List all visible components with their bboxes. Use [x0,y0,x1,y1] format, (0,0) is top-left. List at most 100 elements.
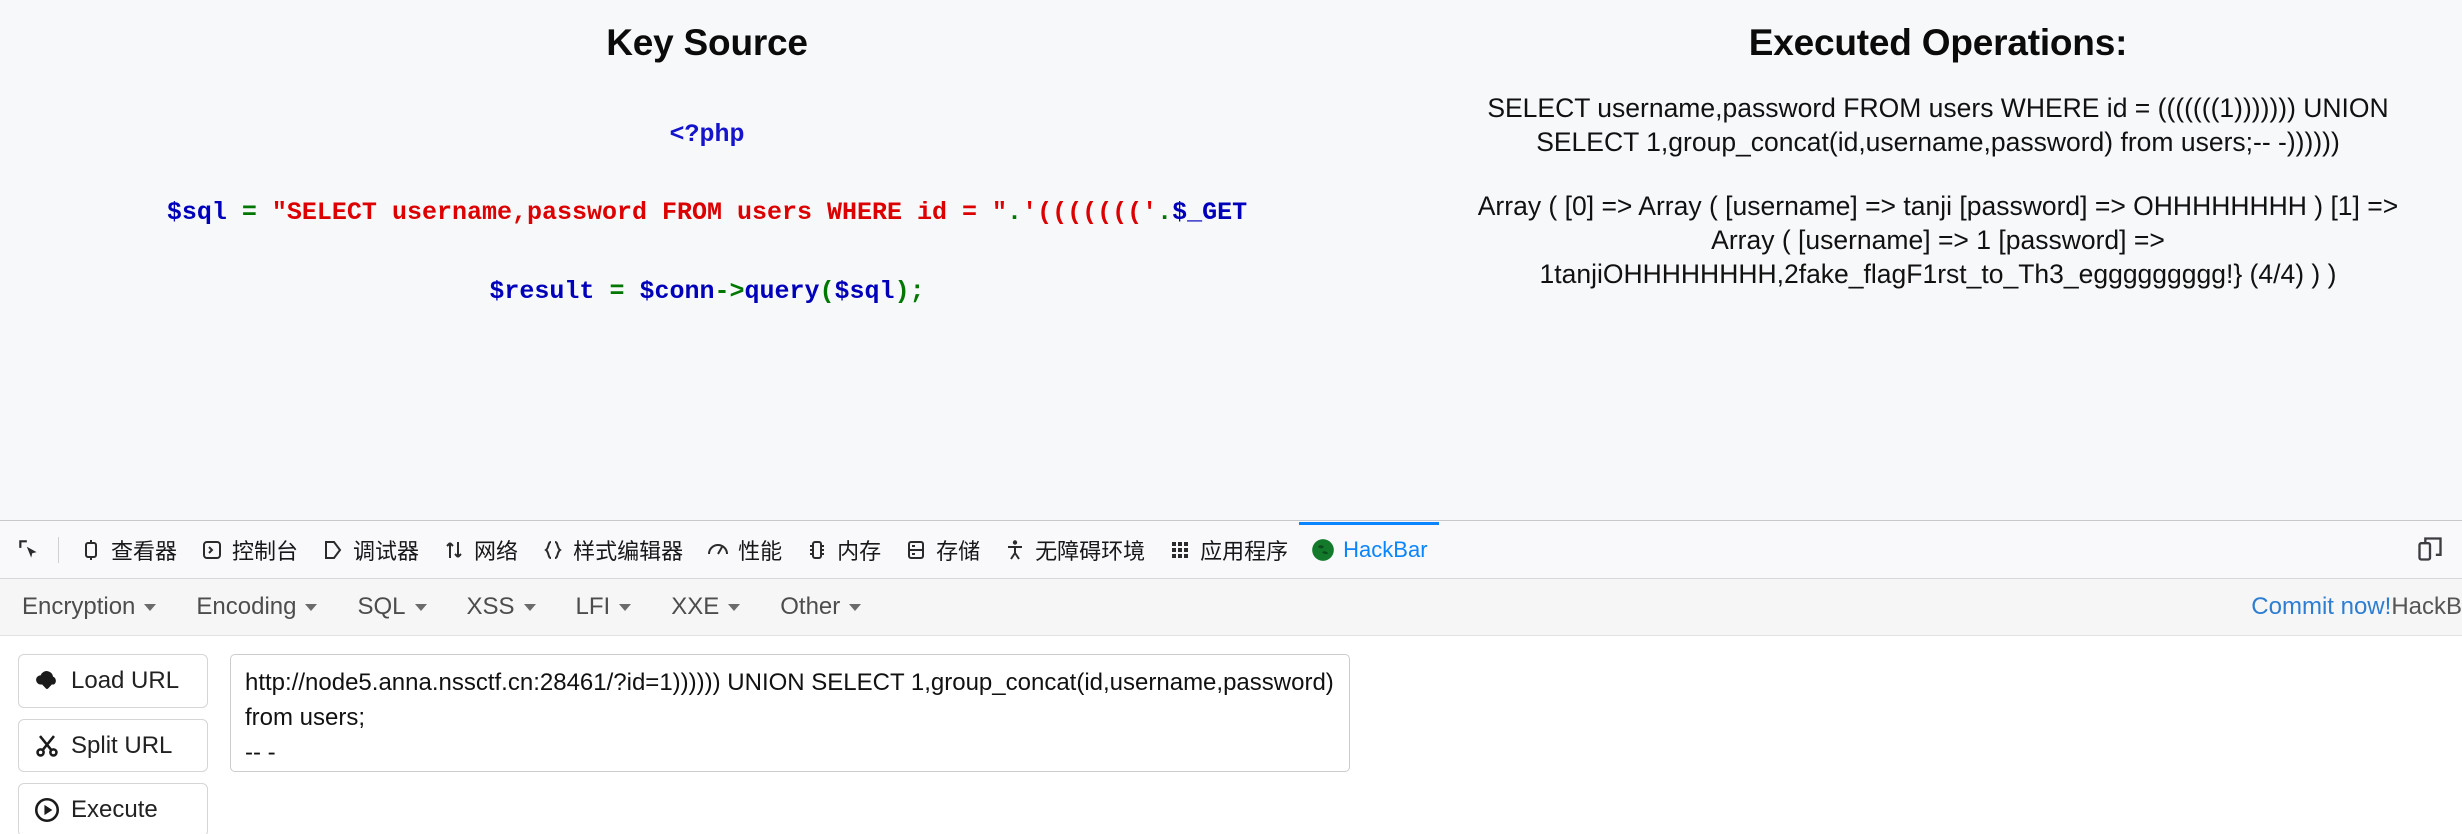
devtools-tab-accessibility[interactable]: 无障碍环境 [991,522,1156,578]
chevron-down-icon [523,603,536,611]
key-source-column: Key Source <?php $sql = "SELECT username… [0,0,1414,520]
hackbar-menu-label: Encoding [196,593,297,620]
url-input[interactable]: http://node5.anna.nssctf.cn:28461/?id=1)… [230,654,1350,772]
executed-sql-line-1: SELECT username,password FROM users WHER… [1487,93,2389,123]
style-editor-icon [540,537,566,563]
php-semicolon: ; [909,276,925,306]
devtools-tab-label: 查看器 [111,538,178,564]
chevron-down-icon [728,603,741,611]
element-picker-icon [19,539,37,558]
play-icon [33,796,61,824]
network-icon [441,537,467,563]
chevron-down-icon [414,603,427,611]
devtools-tab-storage[interactable]: 存储 [892,522,991,578]
php-open-tag-line: <?php [0,120,1414,149]
devtools-toolbar-right [2408,521,2452,577]
application-icon [1167,537,1193,563]
php-sql-string: "SELECT username,password FROM users WHE… [271,198,1008,228]
devtools-tab-label: 应用程序 [1200,538,1289,564]
split-url-label: Split URL [71,731,173,759]
php-object-arrow: -> [714,276,745,306]
php-assign-operator-2: = [609,276,625,306]
executed-operations-body: SELECT username,password FROM users WHER… [1414,92,2462,292]
storage-icon [903,537,929,563]
devtools-tab-label: 控制台 [232,538,299,564]
hackbar-menu-label: Encryption [22,593,136,620]
hackbar-menu-xxe[interactable]: XXE [671,593,741,621]
devtools-tab-inspector[interactable]: 查看器 [67,522,188,578]
result-array-line-2: Array ( [username] => 1 [password] => [1711,224,2165,255]
hackbar-menu-lfi[interactable]: LFI [576,593,632,621]
php-var-conn: $conn [639,276,715,306]
hackbar-menu-other[interactable]: Other [780,593,862,621]
commit-now-link[interactable]: Commit now! [2251,593,2391,621]
devtools-tab-debugger[interactable]: 调试器 [309,522,430,578]
execute-button[interactable]: Execute [18,783,208,834]
split-url-button[interactable]: Split URL [18,718,208,773]
devtools-panel: 查看器 控制台 调试器 网络 样式编辑器 性能 内存 存储 无障碍环境 应用程序… [0,520,2462,834]
hackbar-menu-label: XSS [466,593,515,620]
php-open-tag: <?php [669,120,745,149]
hackbar-menu-label: XXE [671,593,720,620]
hackbar-menu-encryption[interactable]: Encryption [22,593,157,621]
devtools-tab-label: 性能 [738,538,783,564]
php-var-result: $result [489,276,595,306]
php-get-superglobal: $_GET [1172,198,1248,228]
hackbar-menu-label: Other [780,593,841,620]
devtools-tab-label: 内存 [837,538,882,564]
key-source-title: Key Source [606,22,808,63]
devtools-tab-hackbar[interactable]: HackBar [1299,522,1438,578]
devtools-tab-memory[interactable]: 内存 [793,522,892,578]
php-sql-assignment-line: $sql = "SELECT username,password FROM us… [0,200,1414,226]
accessibility-icon [1002,537,1028,563]
chevron-down-icon [144,603,157,611]
commit-tail-text: HackB [2391,593,2462,620]
php-assign-operator: = [241,198,257,228]
element-picker-button[interactable] [8,529,50,571]
devtools-tab-style-editor[interactable]: 样式编辑器 [529,522,694,578]
scissors-icon [33,732,61,760]
hackbar-menu-label: LFI [575,593,611,620]
php-concat-dot-2: . [1157,198,1173,228]
php-var-sql: $sql [166,198,227,228]
inspector-icon [78,537,104,563]
devtools-tab-label: 调试器 [353,538,420,564]
responsive-design-mode-button[interactable] [2408,527,2452,571]
executed-sql-line-2: SELECT 1,group_concat(id,username,passwo… [1536,126,2340,157]
load-url-label: Load URL [71,666,180,694]
chevron-down-icon [849,603,862,611]
hackbar-body: Load URL Split URL Execute http://node5.… [0,636,2462,834]
memory-icon [804,537,830,563]
result-array-line-3: 1tanjiOHHHHHHHH,2fake_flagF1rst_to_Th3_e… [1539,258,2337,289]
devtools-tab-label: HackBar [1343,536,1428,562]
devtools-tab-performance[interactable]: 性能 [694,522,793,578]
devtools-tab-network[interactable]: 网络 [430,522,529,578]
devtools-tab-label: 样式编辑器 [573,538,684,564]
devtools-tab-application[interactable]: 应用程序 [1156,522,1299,578]
php-query-arg: $sql [834,276,895,306]
php-paren-close: ) [894,276,910,306]
php-query-line: $result = $conn->query($sql); [0,276,1414,306]
php-paren-open: ( [819,276,835,306]
chevron-down-icon [305,603,318,611]
cloud-download-icon [33,667,61,695]
load-url-button[interactable]: Load URL [18,654,208,708]
toolbar-divider [58,536,59,563]
php-source-block: <?php $sql = "SELECT username,password F… [0,120,1414,306]
devtools-tab-label: 存储 [936,538,981,564]
hackbar-menu-bar: Encryption Encoding SQL XSS LFI XXE Othe… [0,579,2462,636]
php-query-method: query [744,276,820,306]
exec-spacer [1420,160,2456,190]
hackbar-menu-sql[interactable]: SQL [357,593,427,621]
devtools-tab-label: 网络 [474,538,519,564]
page-content-area: Key Source <?php $sql = "SELECT username… [0,0,2462,520]
console-icon [199,537,225,563]
hackbar-menu-xss[interactable]: XSS [467,593,536,621]
executed-operations-title: Executed Operations: [1748,22,2128,63]
hackbar-icon [1310,537,1336,563]
devtools-tab-bar: 查看器 控制台 调试器 网络 样式编辑器 性能 内存 存储 无障碍环境 应用程序… [0,521,2462,579]
devtools-tab-console[interactable]: 控制台 [188,522,309,578]
result-array-line-1: Array ( [0] => Array ( [username] => tan… [1477,190,2399,221]
executed-operations-column: Executed Operations: SELECT username,pas… [1414,0,2462,520]
hackbar-menu-encoding[interactable]: Encoding [196,593,318,621]
